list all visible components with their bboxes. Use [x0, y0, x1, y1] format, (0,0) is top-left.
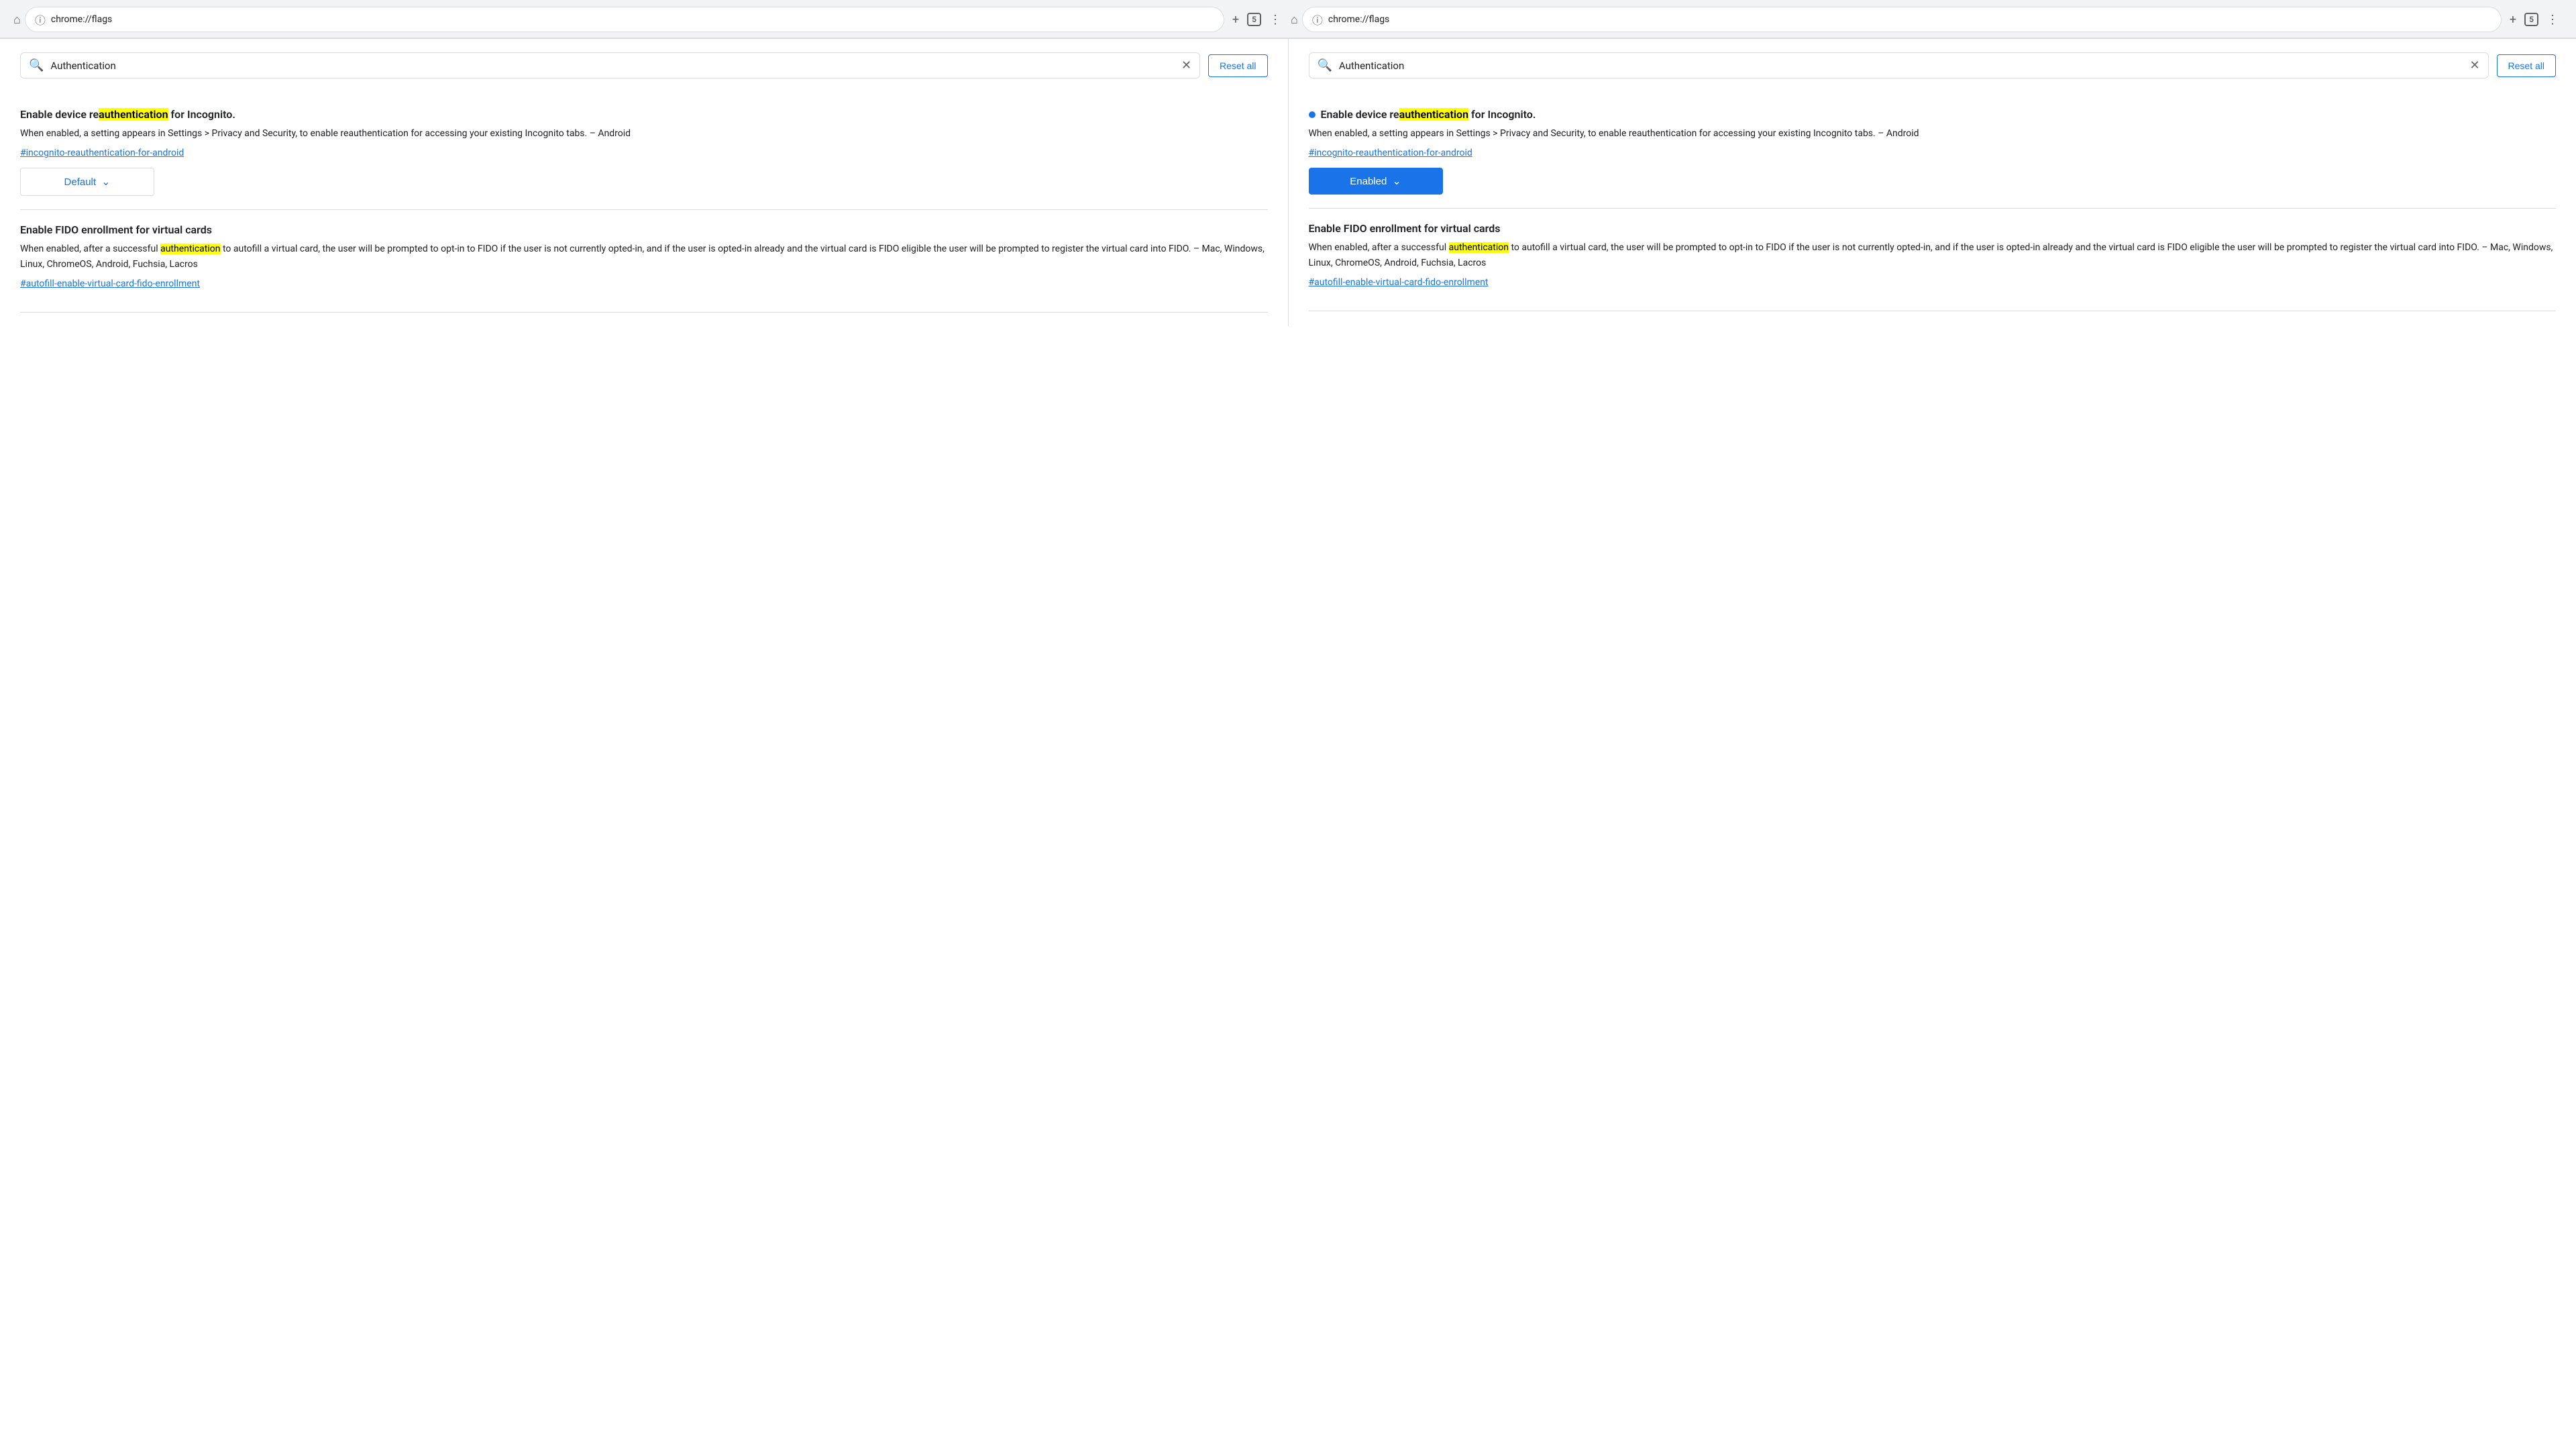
- info-icon-right: ⓘ: [1312, 11, 1323, 28]
- highlight-auth-1: authentication: [99, 108, 168, 121]
- tab-count-right: 5: [2524, 13, 2538, 26]
- new-tab-left[interactable]: +: [1228, 10, 1243, 30]
- more-icon-left[interactable]: ⋮: [1265, 10, 1285, 30]
- flag-fido-left: Enable FIDO enrollment for virtual cards…: [20, 210, 1268, 313]
- enabled-dot-icon: [1309, 111, 1316, 118]
- left-panel: 🔍 Authentication ✕ Reset all Enable devi…: [0, 39, 1289, 326]
- flag-incognito-reauth-right-desc: When enabled, a setting appears in Setti…: [1309, 126, 2557, 141]
- highlight-auth-fido-right: authentication: [1449, 242, 1509, 253]
- highlight-auth-right-1: authentication: [1399, 108, 1468, 121]
- flag-incognito-reauth-right-title-text: Enable device reauthentication for Incog…: [1321, 108, 1536, 121]
- flag-fido-right-desc: When enabled, after a successful authent…: [1309, 240, 2557, 270]
- right-search-box[interactable]: 🔍 Authentication ✕: [1309, 52, 2489, 78]
- flag-fido-left-desc-prefix: When enabled, after a successful: [20, 244, 160, 254]
- search-icon-left: 🔍: [29, 58, 44, 72]
- flag-fido-left-link[interactable]: #autofill-enable-virtual-card-fido-enrol…: [20, 278, 1268, 289]
- url-right: chrome://flags: [1328, 14, 1389, 25]
- clear-search-right[interactable]: ✕: [2469, 58, 2479, 72]
- reset-all-right[interactable]: Reset all: [2497, 54, 2556, 77]
- url-left: chrome://flags: [51, 14, 112, 25]
- address-bar-right[interactable]: ⓘ chrome://flags: [1302, 7, 2502, 32]
- main-content: 🔍 Authentication ✕ Reset all Enable devi…: [0, 39, 2576, 326]
- tabs-row: ⌂ ⓘ chrome://flags + 5 ⋮ ⌂ ⓘ chrome://fl…: [13, 7, 2563, 32]
- left-search-box[interactable]: 🔍 Authentication ✕: [20, 52, 1200, 78]
- left-search-value: Authentication: [50, 60, 1175, 72]
- flag-fido-left-title: Enable FIDO enrollment for virtual cards: [20, 223, 1268, 236]
- chevron-down-icon-right-1: ⌄: [1392, 174, 1401, 188]
- reset-all-left[interactable]: Reset all: [1208, 54, 1267, 77]
- right-panel: 🔍 Authentication ✕ Reset all Enable devi…: [1289, 39, 2576, 326]
- dropdown-incognito-reauth-left[interactable]: Default ⌄: [20, 168, 154, 196]
- right-browser-instance: ⌂ ⓘ chrome://flags + 5 ⋮: [1291, 7, 2563, 32]
- browser-chrome: ⌂ ⓘ chrome://flags + 5 ⋮ ⌂ ⓘ chrome://fl…: [0, 0, 2576, 39]
- chevron-down-icon-left-1: ⌄: [101, 175, 110, 189]
- flag-incognito-reauth-left-desc: When enabled, a setting appears in Setti…: [20, 126, 1268, 141]
- dropdown-incognito-reauth-left-label: Default: [64, 176, 97, 188]
- flag-incognito-reauth-left-title: Enable device reauthentication for Incog…: [20, 108, 1268, 121]
- flag-incognito-reauth-right: Enable device reauthentication for Incog…: [1309, 95, 2557, 209]
- flag-fido-right-desc-prefix: When enabled, after a successful: [1309, 242, 1449, 253]
- clear-search-left[interactable]: ✕: [1181, 58, 1191, 72]
- flag-fido-right-link[interactable]: #autofill-enable-virtual-card-fido-enrol…: [1309, 277, 2557, 288]
- flag-fido-left-desc: When enabled, after a successful authent…: [20, 241, 1268, 272]
- flag-fido-right: Enable FIDO enrollment for virtual cards…: [1309, 209, 2557, 311]
- flag-fido-right-title: Enable FIDO enrollment for virtual cards: [1309, 222, 2557, 235]
- more-icon-right[interactable]: ⋮: [2542, 10, 2563, 30]
- tab-count-left: 5: [1247, 13, 1261, 26]
- flag-fido-right-title-text: Enable FIDO enrollment for virtual cards: [1309, 222, 1501, 235]
- flag-incognito-reauth-right-title: Enable device reauthentication for Incog…: [1309, 108, 2557, 121]
- flag-fido-left-title-text: Enable FIDO enrollment for virtual cards: [20, 223, 212, 236]
- highlight-auth-fido-left: authentication: [160, 244, 220, 254]
- right-search-row: 🔍 Authentication ✕ Reset all: [1309, 52, 2557, 78]
- new-tab-right[interactable]: +: [2506, 10, 2520, 30]
- flag-incognito-reauth-left-title-text: Enable device reauthentication for Incog…: [20, 108, 235, 121]
- address-bar-left[interactable]: ⓘ chrome://flags: [25, 7, 1224, 32]
- flag-incognito-reauth-left-link[interactable]: #incognito-reauthentication-for-android: [20, 148, 1268, 158]
- right-search-value: Authentication: [1339, 60, 2463, 72]
- search-icon-right: 🔍: [1318, 58, 1332, 72]
- home-icon-left[interactable]: ⌂: [13, 13, 21, 27]
- flag-incognito-reauth-left: Enable device reauthentication for Incog…: [20, 95, 1268, 210]
- info-icon-left: ⓘ: [35, 11, 46, 28]
- flag-incognito-reauth-right-link[interactable]: #incognito-reauthentication-for-android: [1309, 148, 2557, 158]
- dropdown-incognito-reauth-right[interactable]: Enabled ⌄: [1309, 168, 1443, 195]
- left-search-row: 🔍 Authentication ✕ Reset all: [20, 52, 1268, 78]
- home-icon-right[interactable]: ⌂: [1291, 13, 1298, 27]
- dropdown-incognito-reauth-right-label: Enabled: [1350, 176, 1387, 187]
- left-browser-instance: ⌂ ⓘ chrome://flags + 5 ⋮: [13, 7, 1285, 32]
